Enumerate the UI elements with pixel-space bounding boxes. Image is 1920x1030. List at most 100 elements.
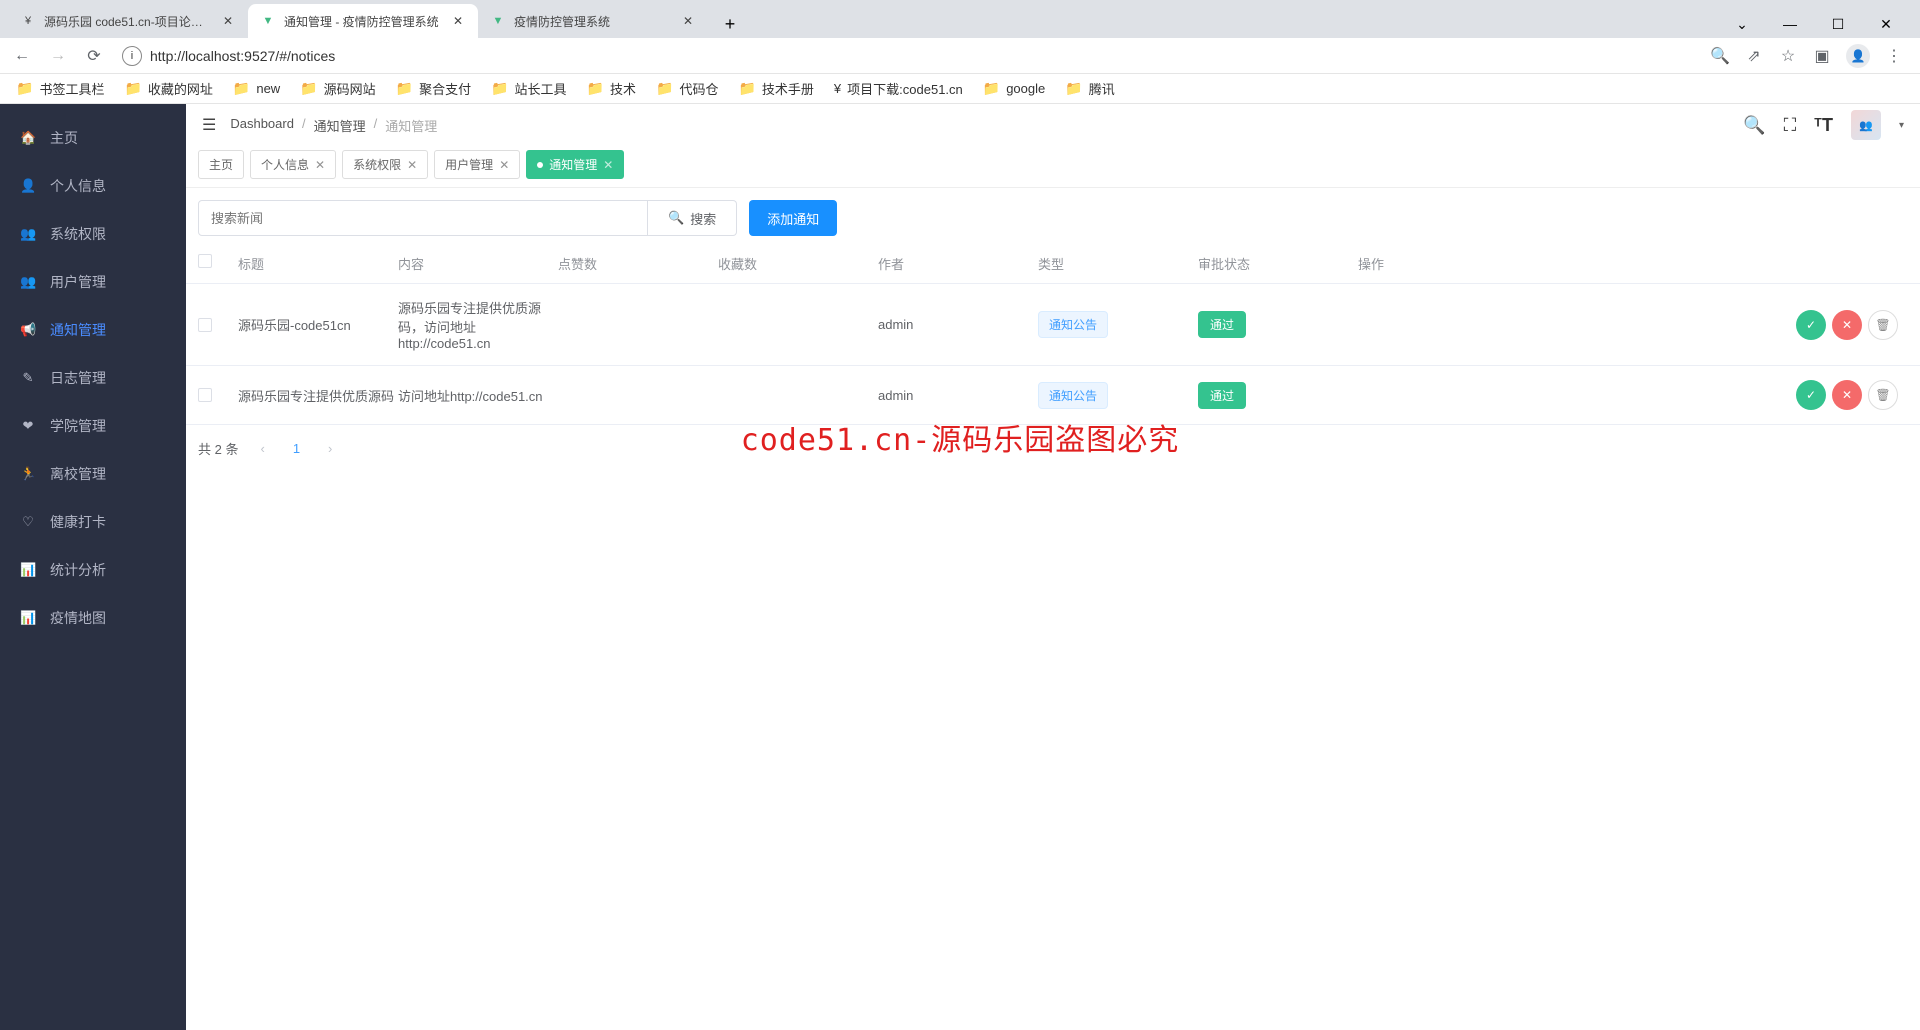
prev-page-icon[interactable]: ‹: [254, 441, 270, 456]
browser-tab[interactable]: ¥ 源码乐园 code51.cn-项目论文代 ✕: [8, 4, 248, 38]
row-checkbox[interactable]: [198, 318, 212, 332]
search-icon[interactable]: 🔍: [1743, 115, 1765, 136]
bookmark-item[interactable]: 📁聚合支付: [396, 79, 471, 98]
cell-author: admin: [878, 388, 1038, 403]
search-input[interactable]: [198, 200, 648, 236]
approve-button[interactable]: ✓: [1796, 380, 1826, 410]
folder-icon: 📁: [738, 80, 755, 97]
folder-icon: 📁: [656, 80, 673, 97]
tab-title: 源码乐园 code51.cn-项目论文代: [44, 13, 212, 30]
main-content: ☰ Dashboard / 通知管理 / 通知管理 🔍 ⛶ ᵀT 👥 ▾ 主页个…: [186, 104, 1920, 1030]
maximize-icon[interactable]: ☐: [1824, 10, 1852, 38]
approve-button[interactable]: ✓: [1796, 310, 1826, 340]
bookmark-item[interactable]: 📁收藏的网址: [124, 79, 212, 98]
page-number[interactable]: 1: [287, 441, 306, 456]
browser-tab[interactable]: ▼ 疫情防控管理系统 ✕: [478, 4, 708, 38]
share-icon[interactable]: ⇗: [1744, 46, 1764, 66]
hamburger-icon[interactable]: ☰: [202, 115, 216, 135]
site-info-icon[interactable]: i: [122, 46, 142, 66]
view-tab[interactable]: 个人信息✕: [250, 150, 336, 179]
reload-icon[interactable]: ⟳: [80, 42, 108, 70]
view-tab[interactable]: 用户管理✕: [434, 150, 520, 179]
view-tab[interactable]: 通知管理✕: [526, 150, 624, 179]
delete-button[interactable]: 🗑: [1868, 380, 1898, 410]
bookmark-item[interactable]: 📁站长工具: [491, 79, 566, 98]
folder-icon: 📁: [233, 80, 250, 97]
menu-icon[interactable]: ⋮: [1884, 46, 1904, 66]
star-icon[interactable]: ☆: [1778, 46, 1798, 66]
fontsize-icon[interactable]: ᵀT: [1814, 115, 1833, 136]
sidebar-item[interactable]: 📊统计分析: [0, 546, 186, 594]
bookmark-item[interactable]: 📁书签工具栏: [16, 79, 104, 98]
browser-tab[interactable]: ▼ 通知管理 - 疫情防控管理系统 ✕: [248, 4, 478, 38]
sidebar-item[interactable]: 👥系统权限: [0, 210, 186, 258]
window-close-icon[interactable]: ✕: [1872, 10, 1900, 38]
yen-icon: ¥: [834, 81, 841, 96]
tab-title: 疫情防控管理系统: [514, 13, 672, 30]
sidebar-item[interactable]: 🏃离校管理: [0, 450, 186, 498]
reject-button[interactable]: ✕: [1832, 310, 1862, 340]
forward-icon[interactable]: →: [44, 42, 72, 70]
new-tab-button[interactable]: +: [716, 10, 744, 38]
favicon-icon: ▼: [490, 13, 506, 29]
bookmark-item[interactable]: 📁new: [233, 80, 280, 97]
status-tag: 通过: [1198, 382, 1246, 409]
close-icon[interactable]: ✕: [680, 13, 696, 29]
close-icon[interactable]: ✕: [499, 158, 509, 172]
next-page-icon[interactable]: ›: [322, 441, 338, 456]
close-icon[interactable]: ✕: [315, 158, 325, 172]
bookmark-item[interactable]: ¥项目下载:code51.cn: [834, 79, 963, 98]
sidebar-item-label: 用户管理: [50, 272, 106, 292]
watermark-text: code51.cn-源码乐园盗图必究: [741, 415, 1180, 459]
sidebar-icon: 👥: [20, 274, 36, 290]
bookmark-item[interactable]: 📁技术手册: [738, 79, 813, 98]
close-icon[interactable]: ✕: [220, 13, 236, 29]
view-tab[interactable]: 系统权限✕: [342, 150, 428, 179]
bookmark-item[interactable]: 📁技术: [587, 79, 636, 98]
close-icon[interactable]: ✕: [450, 13, 466, 29]
sidebar-item[interactable]: 📊疫情地图: [0, 594, 186, 642]
sidebar-item[interactable]: ♡健康打卡: [0, 498, 186, 546]
bookmark-item[interactable]: 📁代码仓: [656, 79, 718, 98]
sidebar-icon: 📊: [20, 562, 36, 578]
breadcrumb-item[interactable]: 通知管理: [314, 116, 366, 135]
breadcrumb-item[interactable]: Dashboard: [230, 116, 294, 135]
avatar[interactable]: 👥: [1851, 110, 1881, 140]
sidebar-item[interactable]: ❤学院管理: [0, 402, 186, 450]
search-icon[interactable]: 🔍: [1710, 46, 1730, 66]
sidepanel-icon[interactable]: ▣: [1812, 46, 1832, 66]
search-button[interactable]: 🔍搜索: [648, 200, 737, 236]
delete-button[interactable]: 🗑: [1868, 310, 1898, 340]
header: ☰ Dashboard / 通知管理 / 通知管理 🔍 ⛶ ᵀT 👥 ▾: [186, 104, 1920, 146]
sidebar-item[interactable]: 👥 用户管理: [0, 258, 186, 306]
close-icon[interactable]: ✕: [407, 158, 417, 172]
favicon-icon: ¥: [20, 13, 36, 29]
sidebar-item[interactable]: 🏠主页: [0, 114, 186, 162]
minimize-icon[interactable]: —: [1776, 10, 1804, 38]
back-icon[interactable]: ←: [8, 42, 36, 70]
profile-icon[interactable]: 👤: [1846, 44, 1870, 68]
sidebar-item[interactable]: 👤个人信息: [0, 162, 186, 210]
sidebar-item-label: 系统权限: [50, 224, 106, 244]
url-input[interactable]: i http://localhost:9527/#/notices: [116, 42, 1702, 70]
chevron-down-icon[interactable]: ▾: [1899, 120, 1904, 131]
sidebar-item-label: 学院管理: [50, 416, 106, 436]
col-header: 内容: [398, 254, 558, 273]
close-icon[interactable]: ✕: [603, 158, 613, 172]
add-notice-button[interactable]: 添加通知: [749, 200, 837, 236]
col-header: 审批状态: [1198, 254, 1358, 273]
sidebar-icon: 🏃: [20, 466, 36, 482]
fullscreen-icon[interactable]: ⛶: [1784, 115, 1797, 136]
view-tab[interactable]: 主页: [198, 150, 244, 179]
bookmark-item[interactable]: 📁源码网站: [300, 79, 375, 98]
sidebar-item-label: 健康打卡: [50, 512, 106, 532]
bookmark-item[interactable]: 📁腾讯: [1065, 79, 1114, 98]
row-checkbox[interactable]: [198, 388, 212, 402]
sidebar-item-label: 疫情地图: [50, 608, 106, 628]
reject-button[interactable]: ✕: [1832, 380, 1862, 410]
sidebar-item[interactable]: ✎日志管理: [0, 354, 186, 402]
tab-dropdown-icon[interactable]: ⌄: [1728, 10, 1756, 38]
select-all-checkbox[interactable]: [198, 254, 212, 268]
sidebar-item[interactable]: 📢通知管理: [0, 306, 186, 354]
bookmark-item[interactable]: 📁google: [983, 80, 1045, 97]
